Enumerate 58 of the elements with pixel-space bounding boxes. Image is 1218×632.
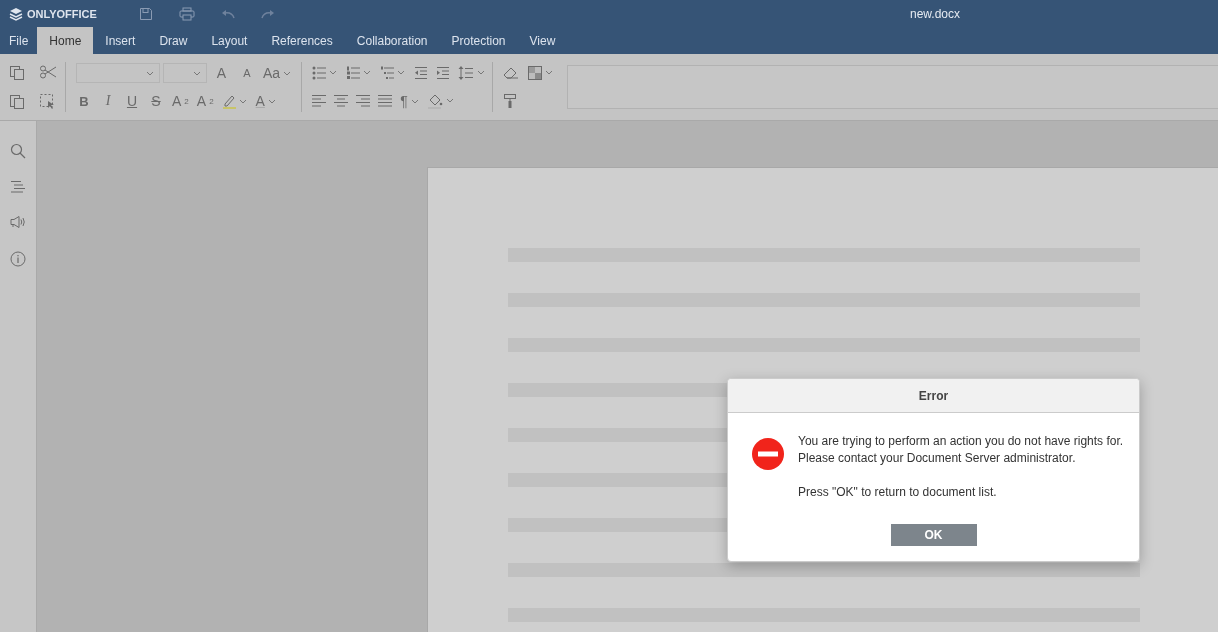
ribbon-tab[interactable]: View: [517, 27, 568, 54]
layers-logo-icon: [9, 6, 23, 21]
copy-icon[interactable]: [9, 65, 25, 81]
highlight-pen-icon[interactable]: [221, 93, 248, 109]
select-all-icon[interactable]: [39, 93, 55, 109]
underline-button[interactable]: U: [124, 93, 140, 109]
paint-roller-icon[interactable]: [503, 93, 518, 109]
change-case-button[interactable]: Aa: [263, 65, 292, 81]
caret-icon: [193, 71, 201, 76]
caret-icon: [283, 70, 292, 76]
multilevel-list-icon[interactable]: [380, 66, 407, 80]
font-color-button[interactable]: A: [255, 93, 276, 109]
error-message: You are trying to perform an action you do not have rights for. Please contact your Document Server administrator.: [798, 433, 1124, 467]
bullet-list-icon[interactable]: [312, 66, 339, 80]
align-right-icon[interactable]: [356, 95, 371, 107]
superscript-button[interactable]: A $^{2}$: [172, 93, 189, 109]
bold-button[interactable]: B: [76, 93, 92, 109]
ribbon-tab[interactable]: File: [0, 27, 38, 54]
ribbon-tab[interactable]: Insert: [93, 27, 148, 54]
app-logo-text: ONLYOFFICE: [27, 7, 97, 20]
paragraph-marks-button[interactable]: ¶: [400, 93, 419, 109]
dialog-title: Error: [918, 388, 949, 403]
document-title: new.docx: [909, 6, 960, 21]
ribbon-tab[interactable]: Collaboration: [344, 27, 440, 54]
strikethrough-button[interactable]: S: [148, 93, 164, 109]
line-spacing-icon[interactable]: [458, 66, 487, 80]
caret-icon: [410, 98, 419, 104]
decrease-indent-icon[interactable]: [414, 66, 429, 80]
print-icon[interactable]: [179, 6, 195, 21]
ribbon-tab[interactable]: Home: [37, 27, 94, 54]
paste-icon[interactable]: [9, 93, 25, 109]
return-note: Press "OK" to return to document list.: [798, 484, 998, 501]
headings-list-icon[interactable]: [11, 181, 25, 193]
increase-font-button[interactable]: A: [215, 65, 231, 81]
decrease-font-button[interactable]: A: [239, 67, 255, 79]
ribbon-tab[interactable]: Layout: [199, 27, 260, 54]
align-left-icon[interactable]: [312, 95, 327, 107]
paint-bucket-icon[interactable]: [426, 93, 455, 109]
scissors-icon[interactable]: [39, 65, 57, 79]
increase-indent-icon[interactable]: [436, 66, 451, 80]
megaphone-icon[interactable]: [10, 215, 26, 229]
eraser-icon[interactable]: [503, 66, 520, 80]
align-center-icon[interactable]: [334, 95, 349, 107]
justify-icon[interactable]: [378, 95, 393, 107]
numbered-list-icon[interactable]: [346, 66, 373, 80]
italic-button[interactable]: I: [100, 93, 116, 109]
ribbon-tab[interactable]: Protection: [439, 27, 518, 54]
ribbon-tab[interactable]: Draw: [147, 27, 200, 54]
error-stop-icon: [751, 437, 785, 471]
info-icon[interactable]: [10, 251, 26, 267]
redo-icon[interactable]: [261, 8, 275, 19]
ok-button[interactable]: OK: [890, 524, 977, 546]
ribbon-tab[interactable]: References: [259, 27, 345, 54]
caret-icon: [146, 71, 154, 76]
search-icon[interactable]: [10, 143, 26, 159]
save-icon[interactable]: [139, 6, 153, 21]
caret-icon: [267, 98, 276, 104]
undo-icon[interactable]: [221, 8, 235, 19]
